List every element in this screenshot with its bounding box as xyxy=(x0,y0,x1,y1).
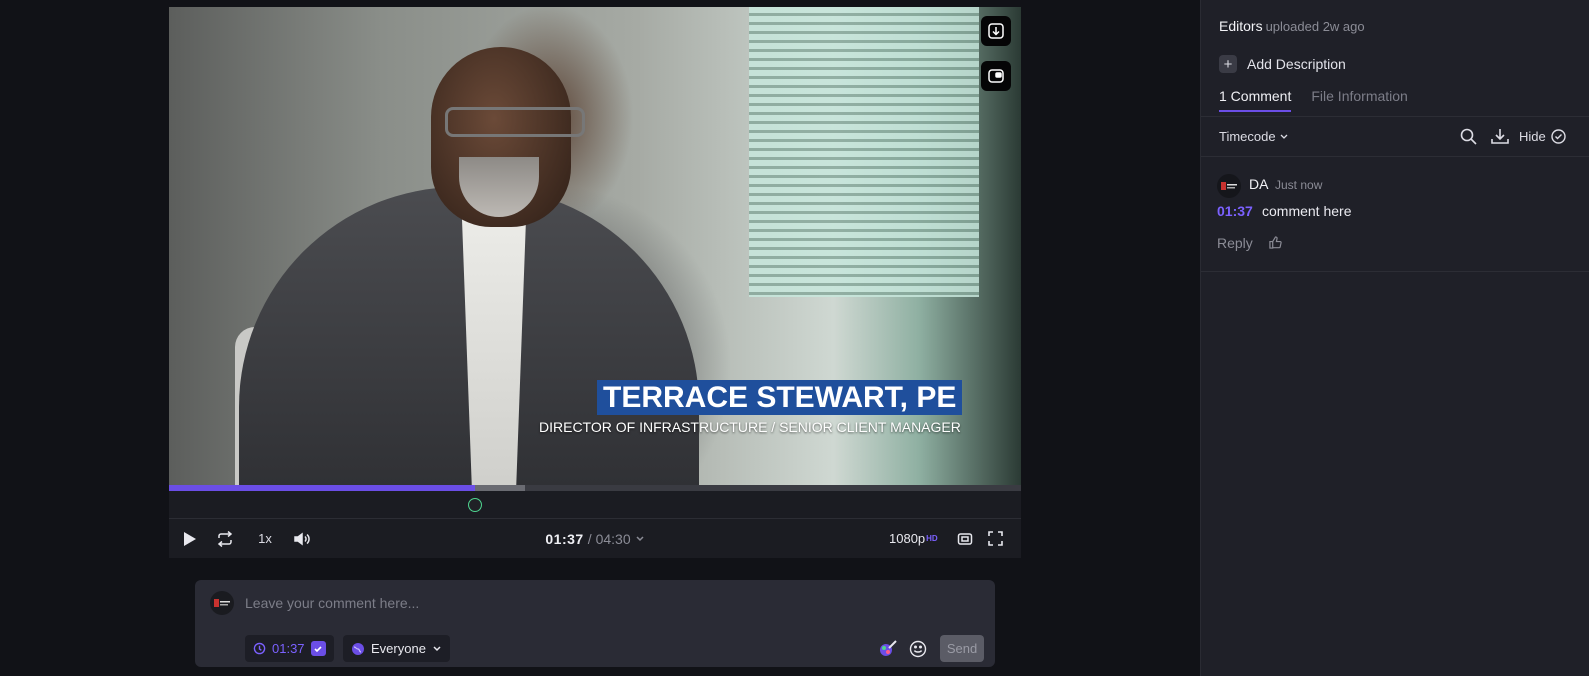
send-button[interactable]: Send xyxy=(940,635,984,662)
smiley-icon xyxy=(909,640,927,657)
check-circle-icon xyxy=(1551,129,1566,144)
comment-avatar xyxy=(1217,174,1241,198)
hide-label: Hide xyxy=(1519,129,1546,144)
quality-label: 1080p xyxy=(889,531,926,546)
safe-zones-button[interactable] xyxy=(952,519,978,558)
search-button[interactable] xyxy=(1457,117,1479,156)
hide-completed-button[interactable]: Hide xyxy=(1519,117,1566,156)
clock-icon xyxy=(253,642,266,655)
total-time[interactable]: 04:30 xyxy=(596,531,631,547)
loop-button[interactable] xyxy=(211,519,239,558)
audience-dropdown[interactable]: Everyone xyxy=(343,635,450,662)
timecode-toggle[interactable]: 01:37 xyxy=(245,635,334,662)
picture-in-picture-button[interactable] xyxy=(981,61,1011,91)
plus-icon: + xyxy=(1219,55,1237,73)
comments-panel: Editors uploaded 2w ago + Add Description… xyxy=(1200,0,1589,676)
fullscreen-icon xyxy=(987,531,1003,546)
comment-text: comment here xyxy=(1262,203,1352,219)
uploader-info: Editors uploaded 2w ago xyxy=(1219,18,1365,34)
comment-input[interactable] xyxy=(245,589,945,617)
pip-icon xyxy=(988,69,1004,83)
play-button[interactable] xyxy=(177,519,203,558)
add-description-label: Add Description xyxy=(1247,56,1346,72)
reply-button[interactable]: Reply xyxy=(1217,235,1253,251)
comment-marker[interactable] xyxy=(467,498,482,512)
company-logo-icon xyxy=(1221,182,1237,190)
person-glasses xyxy=(445,107,585,137)
checkmark-icon xyxy=(314,645,322,652)
like-button[interactable] xyxy=(1267,234,1283,250)
fullscreen-button[interactable] xyxy=(982,519,1008,558)
emoji-button[interactable] xyxy=(905,635,931,662)
timecode-value: 01:37 xyxy=(272,641,305,656)
lower-third-name: TERRACE STEWART, PE xyxy=(597,380,963,415)
background-window xyxy=(749,7,979,297)
frame-guides-icon xyxy=(957,532,973,545)
paint-brush-icon xyxy=(880,639,897,656)
user-avatar xyxy=(210,591,234,615)
globe-icon xyxy=(352,642,364,655)
download-comments-button[interactable] xyxy=(1489,117,1511,156)
comments-toolbar: Timecode Hide xyxy=(1201,116,1589,157)
thumbs-up-icon xyxy=(1268,235,1282,249)
video-frame[interactable]: TERRACE STEWART, PE DIRECTOR OF INFRASTR… xyxy=(169,7,1021,485)
sort-label: Timecode xyxy=(1219,129,1276,144)
annotate-button[interactable] xyxy=(875,635,901,662)
time-separator: / xyxy=(587,530,592,547)
play-icon xyxy=(184,531,196,546)
search-icon xyxy=(1460,128,1477,145)
quality-button[interactable]: 1080p HD xyxy=(889,519,938,558)
uploader-name[interactable]: Editors xyxy=(1219,18,1263,34)
timecode-checkbox[interactable] xyxy=(310,641,326,656)
loop-icon xyxy=(217,530,233,547)
tab-file-information[interactable]: File Information xyxy=(1311,88,1407,112)
comment-composer: 01:37 Everyone Send xyxy=(195,580,995,667)
chevron-down-icon[interactable] xyxy=(635,535,645,543)
comment-timestamp[interactable]: 01:37 xyxy=(1217,203,1253,219)
video-player: TERRACE STEWART, PE DIRECTOR OF INFRASTR… xyxy=(169,7,1021,558)
add-description-button[interactable]: + Add Description xyxy=(1219,55,1346,73)
app-root: TERRACE STEWART, PE DIRECTOR OF INFRASTR… xyxy=(0,0,1589,676)
player-controls: 1x 01:37 / 04:30 1080p HD xyxy=(169,519,1021,558)
volume-icon xyxy=(294,532,310,545)
chevron-down-icon xyxy=(433,645,441,651)
sort-dropdown[interactable]: Timecode xyxy=(1219,117,1288,156)
comment-marker-lane xyxy=(169,491,1021,519)
hd-badge: HD xyxy=(926,534,938,543)
chevron-down-icon xyxy=(1280,134,1288,139)
comment-time: Just now xyxy=(1275,178,1323,192)
upload-time: uploaded 2w ago xyxy=(1265,19,1365,34)
lower-third-title: DIRECTOR OF INFRASTRUCTURE / SENIOR CLIE… xyxy=(539,419,961,435)
panel-tabs: 1 Comment File Information xyxy=(1219,88,1408,112)
comment-author: DA xyxy=(1249,176,1269,192)
audience-label: Everyone xyxy=(371,641,426,656)
company-logo-icon xyxy=(214,599,230,607)
download-frame-icon xyxy=(988,23,1004,39)
comment-item[interactable]: DA Just now 01:37 comment here Reply xyxy=(1201,157,1589,272)
download-icon xyxy=(1491,129,1509,144)
tab-comments[interactable]: 1 Comment xyxy=(1219,88,1292,112)
download-overlay-button[interactable] xyxy=(981,16,1011,46)
playback-speed-button[interactable]: 1x xyxy=(251,519,279,558)
current-time: 01:37 xyxy=(545,530,584,547)
volume-button[interactable] xyxy=(289,519,315,558)
